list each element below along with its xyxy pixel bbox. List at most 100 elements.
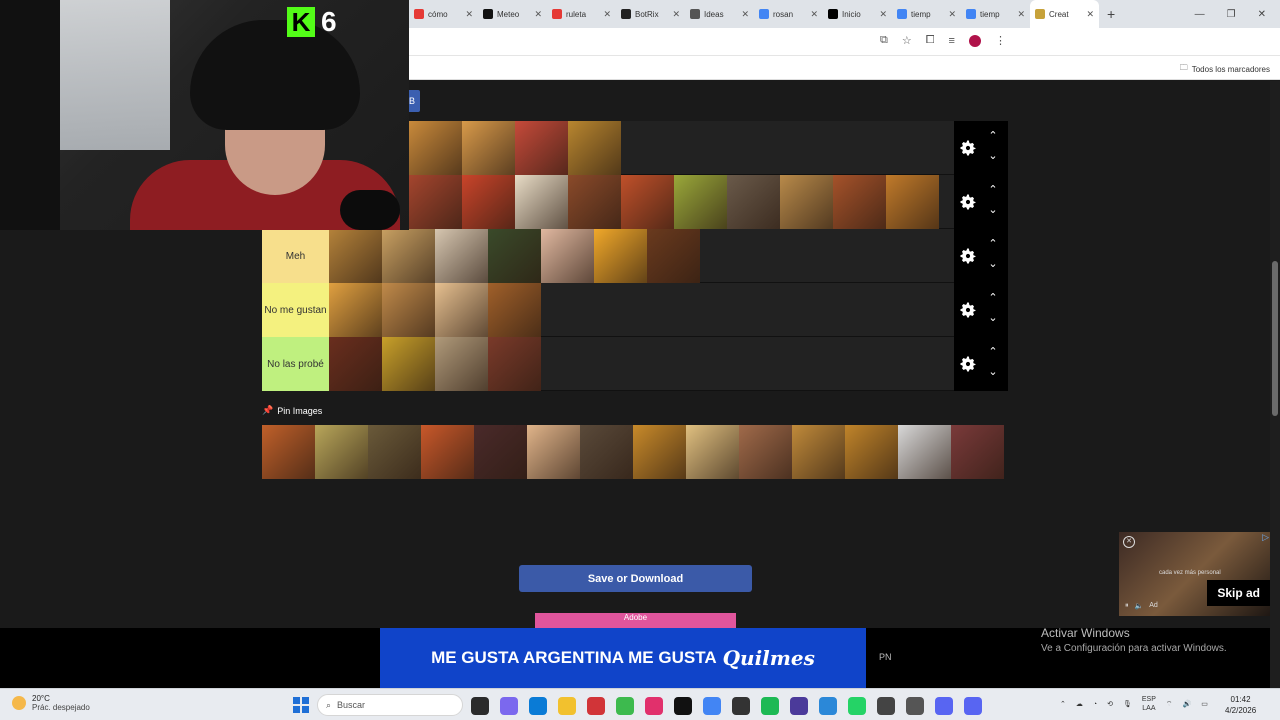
taskbar-app-icon[interactable] <box>906 697 924 715</box>
browser-tab[interactable]: Meteo ✕ <box>478 0 547 28</box>
scrollbar-thumb[interactable] <box>1272 261 1278 416</box>
pinned-food-image[interactable] <box>845 425 898 479</box>
gear-icon[interactable] <box>958 300 978 320</box>
menu-kebab-icon[interactable]: ⋮ <box>995 34 1006 47</box>
taskbar-app-icon[interactable] <box>674 697 692 715</box>
browser-tab[interactable]: cómo ✕ <box>409 0 478 28</box>
wifi-icon[interactable]: ⌔ <box>1166 700 1173 709</box>
quilmes-banner-ad[interactable]: ME GUSTA ARGENTINA ME GUSTA Quilmes <box>380 628 866 688</box>
food-image[interactable] <box>462 121 515 175</box>
food-image[interactable] <box>488 337 541 391</box>
chevron-up-icon[interactable]: ⌃ <box>1060 700 1066 708</box>
all-bookmarks-button[interactable]: 🗀 Todos los marcadores <box>1180 62 1270 76</box>
close-tab-icon[interactable]: ✕ <box>810 9 818 20</box>
food-image[interactable] <box>435 229 488 283</box>
close-tab-icon[interactable]: ✕ <box>879 9 887 20</box>
pinned-food-image[interactable] <box>474 425 527 479</box>
food-image[interactable] <box>435 337 488 391</box>
food-image[interactable] <box>409 121 462 175</box>
media-icon[interactable]: ≡ <box>949 35 955 47</box>
food-image[interactable] <box>382 283 435 337</box>
pinned-food-image[interactable] <box>792 425 845 479</box>
food-image[interactable] <box>780 175 833 229</box>
close-tab-icon[interactable]: ✕ <box>1086 9 1094 20</box>
food-image[interactable] <box>621 175 674 229</box>
move-down-icon[interactable]: ⌄ <box>986 203 1000 216</box>
food-image[interactable] <box>462 175 515 229</box>
taskbar-app-icon[interactable] <box>964 697 982 715</box>
pinned-food-image[interactable] <box>527 425 580 479</box>
mute-icon[interactable]: 🔈 <box>1135 602 1144 610</box>
move-up-icon[interactable]: ⌃ <box>986 183 1000 196</box>
taskbar-app-icon[interactable] <box>819 697 837 715</box>
taskbar-app-icon[interactable] <box>500 697 518 715</box>
windows-start-icon[interactable] <box>293 697 309 713</box>
translate-icon[interactable]: ⧉ <box>880 34 888 47</box>
extensions-icon[interactable]: ⧠ <box>926 34 935 47</box>
weather-widget[interactable]: 20°C Prác. despejado <box>12 694 90 712</box>
taskbar-app-icon[interactable] <box>790 697 808 715</box>
browser-tab[interactable]: Creat ✕ <box>1030 0 1099 28</box>
taskbar-app-icon[interactable] <box>877 697 895 715</box>
video-ad[interactable]: ✕ ▷ cada vez más personal ⏸ 🔈 Ad Skip ad <box>1119 532 1270 616</box>
battery-icon[interactable]: ▭ <box>1201 700 1208 708</box>
taskbar-app-icon[interactable] <box>703 697 721 715</box>
taskbar-app-icon[interactable] <box>471 697 489 715</box>
taskbar-app-icon[interactable] <box>935 697 953 715</box>
pinned-food-image[interactable] <box>898 425 951 479</box>
food-image[interactable] <box>329 337 382 391</box>
pinned-food-image[interactable] <box>315 425 368 479</box>
page-scrollbar[interactable] <box>1270 81 1280 688</box>
close-tab-icon[interactable]: ✕ <box>603 9 611 20</box>
network-icon[interactable]: ◔ <box>1093 701 1097 708</box>
cloud-icon[interactable]: ☁ <box>1076 700 1083 708</box>
gear-icon[interactable] <box>958 246 978 266</box>
gear-icon[interactable] <box>958 354 978 374</box>
move-down-icon[interactable]: ⌄ <box>986 365 1000 378</box>
close-tab-icon[interactable]: ✕ <box>1017 9 1025 20</box>
taskbar-app-icon[interactable] <box>616 697 634 715</box>
browser-tab[interactable]: BotRix ✕ <box>616 0 685 28</box>
close-tab-icon[interactable]: ✕ <box>534 9 542 20</box>
minimize-icon[interactable]: — <box>1195 9 1205 20</box>
browser-tab[interactable]: tiemp ✕ <box>961 0 1030 28</box>
taskbar-app-icon[interactable] <box>587 697 605 715</box>
pink-banner-ad[interactable]: Adobe <box>535 613 736 628</box>
profile-avatar[interactable] <box>968 34 981 47</box>
move-up-icon[interactable]: ⌃ <box>986 237 1000 250</box>
close-ad-icon[interactable]: ✕ <box>1123 536 1135 548</box>
move-down-icon[interactable]: ⌄ <box>986 257 1000 270</box>
clock[interactable]: 01:42 4/2/2026 <box>1225 694 1256 716</box>
food-image[interactable] <box>382 229 435 283</box>
language-indicator[interactable]: ESP LAA <box>1142 695 1156 713</box>
tier-label[interactable]: Meh <box>262 229 329 283</box>
pinned-food-image[interactable] <box>421 425 474 479</box>
food-image[interactable] <box>647 229 700 283</box>
adchoices-icon[interactable]: ▷ <box>1262 532 1269 543</box>
skip-ad-button[interactable]: Skip ad <box>1207 580 1270 606</box>
pinned-food-image[interactable] <box>951 425 1004 479</box>
move-down-icon[interactable]: ⌄ <box>986 149 1000 162</box>
taskbar-app-icon[interactable] <box>848 697 866 715</box>
browser-tab[interactable]: ruleta ✕ <box>547 0 616 28</box>
move-up-icon[interactable]: ⌃ <box>986 345 1000 358</box>
move-up-icon[interactable]: ⌃ <box>986 291 1000 304</box>
volume-icon[interactable]: 🔊 <box>1182 700 1191 708</box>
food-image[interactable] <box>382 337 435 391</box>
food-image[interactable] <box>674 175 727 229</box>
taskbar-app-icon[interactable] <box>732 697 750 715</box>
browser-tab[interactable]: rosan ✕ <box>754 0 823 28</box>
browser-tab[interactable]: tiemp ✕ <box>892 0 961 28</box>
taskbar-app-icon[interactable] <box>761 697 779 715</box>
food-image[interactable] <box>833 175 886 229</box>
new-tab-button[interactable]: + <box>1107 6 1115 22</box>
sync-icon[interactable]: ⟲ <box>1107 700 1113 708</box>
food-image[interactable] <box>541 229 594 283</box>
food-image[interactable] <box>727 175 780 229</box>
taskbar-app-icon[interactable] <box>529 697 547 715</box>
food-image[interactable] <box>409 175 462 229</box>
food-image[interactable] <box>435 283 488 337</box>
food-image[interactable] <box>329 283 382 337</box>
save-or-download-button[interactable]: Save or Download <box>519 565 752 592</box>
taskbar-app-icon[interactable] <box>645 697 663 715</box>
